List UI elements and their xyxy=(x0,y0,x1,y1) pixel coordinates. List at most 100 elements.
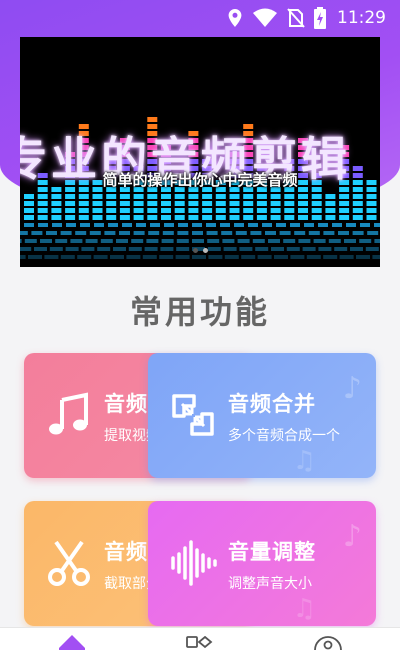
equalizer-bar-segment xyxy=(215,194,226,199)
equalizer-floor-segment xyxy=(262,223,272,227)
equalizer-floor-segment xyxy=(60,231,72,235)
equalizer-floor-segment xyxy=(234,223,244,227)
equalizer-floor-segment xyxy=(175,255,190,259)
equalizer-floor-segment xyxy=(20,231,28,235)
music-note-decoration-icon: ♫ xyxy=(292,594,316,624)
equalizer-bar-segment xyxy=(133,194,144,199)
equalizer-floor-segment xyxy=(142,255,157,259)
equalizer-bar-segment xyxy=(133,208,144,213)
equalizer-floor-segment xyxy=(119,231,130,235)
equalizer-bar-segment xyxy=(65,201,76,206)
equalizer-floor-segment xyxy=(110,255,124,259)
equalizer-bar-segment xyxy=(339,208,350,213)
equalizer-bar-segment xyxy=(147,194,158,199)
equalizer-bar-segment xyxy=(119,215,130,220)
equalizer-floor-segment xyxy=(20,255,26,259)
music-note-decoration-icon: ♫ xyxy=(292,446,316,476)
equalizer-bar-segment xyxy=(202,215,213,220)
equalizer-floor-segment xyxy=(250,231,262,235)
banner-carousel[interactable]: 专业的音频剪辑 简单的操作出你心中完美音频 xyxy=(20,37,380,267)
equalizer-floor-segment xyxy=(131,239,144,243)
banner-page-indicator xyxy=(20,248,380,253)
equalizer-bar-segment xyxy=(147,117,158,122)
equalizer-floor-segment xyxy=(162,231,174,235)
equalizer-floor-segment xyxy=(161,239,174,243)
equalizer-bar-segment xyxy=(256,208,267,213)
equalizer-floor-segment xyxy=(159,255,174,259)
waveform-icon xyxy=(171,540,217,586)
equalizer-floor-segment xyxy=(338,231,349,235)
equalizer-floor-segment xyxy=(122,223,132,227)
equalizer-floor-segment xyxy=(146,239,159,243)
equalizer-bar-segment xyxy=(92,194,103,199)
profile-icon[interactable] xyxy=(314,636,342,650)
equalizer-bar-segment xyxy=(119,201,130,206)
equalizer-bar-segment xyxy=(161,208,171,213)
home-icon[interactable] xyxy=(58,634,86,650)
equalizer-floor-segment xyxy=(356,255,370,259)
equalizer-floor-segment xyxy=(367,231,379,235)
equalizer-floor-segment xyxy=(77,255,92,259)
equalizer-bar-segment xyxy=(298,215,308,220)
equalizer-bar-segment xyxy=(202,208,213,213)
equalizer-bar-segment xyxy=(202,194,213,199)
bottom-navigation xyxy=(0,627,400,650)
equalizer-floor-segment xyxy=(265,231,276,235)
equalizer-floor-segment xyxy=(235,231,247,235)
equalizer-floor-segment xyxy=(206,231,218,235)
music-note-icon xyxy=(49,392,88,435)
equalizer-floor-segment xyxy=(80,223,90,227)
equalizer-bar-segment xyxy=(284,208,295,213)
equalizer-floor-segment xyxy=(150,223,160,227)
equalizer-bar-segment xyxy=(339,201,350,206)
music-note-decoration-icon: ♪ xyxy=(342,519,362,554)
equalizer-floor-segment xyxy=(136,223,146,227)
equalizer-floor-segment xyxy=(252,239,265,243)
equalizer-bar-segment xyxy=(256,201,267,206)
equalizer-floor-segment xyxy=(192,239,204,243)
equalizer-bar-segment xyxy=(161,201,171,206)
audio-merge-card[interactable]: ♪ ♫ 音频合并 多个音频合成一个 xyxy=(148,353,376,478)
equalizer-bar-segment xyxy=(325,208,336,213)
equalizer-bar-segment xyxy=(92,208,103,213)
equalizer-bar-segment xyxy=(174,201,185,206)
equalizer-floor-segment xyxy=(294,231,306,235)
equalizer-bar-segment xyxy=(215,215,226,220)
equalizer-floor-segment xyxy=(85,239,98,243)
equalizer-bar-segment xyxy=(106,201,117,206)
card-subtitle: 调整声音大小 xyxy=(228,576,312,592)
equalizer-bar-segment xyxy=(352,208,363,213)
equalizer-floor-segment xyxy=(176,239,189,243)
equalizer-bar-segment xyxy=(202,201,213,206)
equalizer-bar-segment xyxy=(51,194,62,199)
merge-icon xyxy=(172,394,214,436)
equalizer-bar-segment xyxy=(243,201,254,206)
equalizer-bar-segment xyxy=(298,194,308,199)
equalizer-bar-segment xyxy=(37,215,48,220)
volume-adjust-card[interactable]: ♪ ♫ 音量调整 调整声音大小 xyxy=(148,501,376,626)
equalizer-floor-segment xyxy=(237,239,250,243)
equalizer-floor-segment xyxy=(374,239,380,243)
equalizer-bar-segment xyxy=(106,208,117,213)
equalizer-floor-segment xyxy=(207,239,220,243)
equalizer-floor-segment xyxy=(116,239,128,243)
equalizer-bar-segment xyxy=(133,215,144,220)
equalizer-bar-segment xyxy=(119,194,130,199)
equalizer-bar-segment xyxy=(65,215,76,220)
equalizer-floor-segment xyxy=(221,231,233,235)
equalizer-bar-segment xyxy=(243,215,254,220)
equalizer-floor-segment xyxy=(332,223,342,227)
equalizer-bar-segment xyxy=(215,201,226,206)
tools-icon[interactable] xyxy=(186,636,214,650)
equalizer-floor-segment xyxy=(44,255,59,259)
equalizer-bar-segment xyxy=(298,208,308,213)
equalizer-bar-segment xyxy=(174,194,185,199)
equalizer-floor-segment xyxy=(339,255,354,259)
equalizer-bar-segment xyxy=(106,194,117,199)
equalizer-floor-segment xyxy=(372,255,380,259)
equalizer-bar-segment xyxy=(284,194,295,199)
equalizer-bar-segment xyxy=(325,201,336,206)
equalizer-floor-segment xyxy=(66,223,76,227)
equalizer-bar-segment xyxy=(366,201,377,206)
equalizer-floor-segment xyxy=(283,239,296,243)
